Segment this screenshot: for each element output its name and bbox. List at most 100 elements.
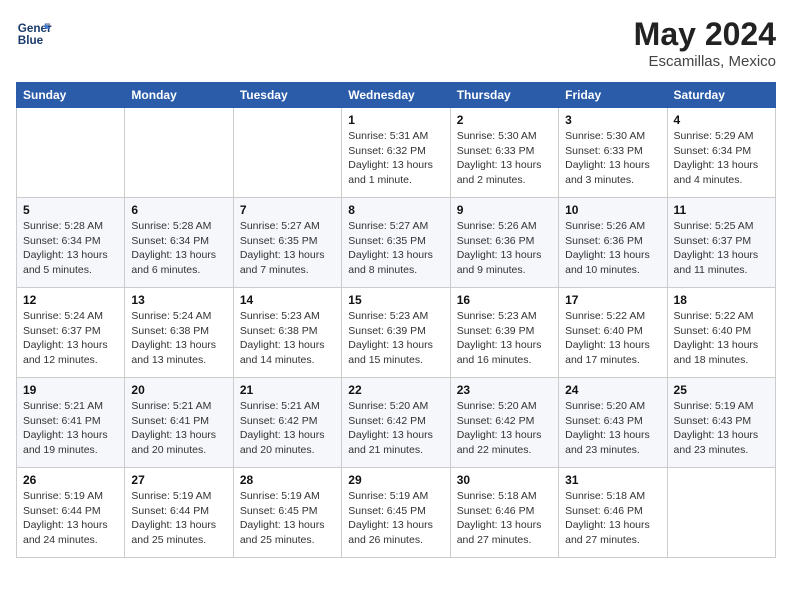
day-number: 23 [457, 383, 552, 397]
svg-text:Blue: Blue [18, 34, 44, 47]
day-info: Sunrise: 5:19 AM Sunset: 6:44 PM Dayligh… [23, 489, 118, 548]
day-header-saturday: Saturday [667, 83, 775, 108]
calendar-day-20: 20 Sunrise: 5:21 AM Sunset: 6:41 PM Dayli… [125, 378, 233, 468]
day-number: 16 [457, 293, 552, 307]
day-info: Sunrise: 5:28 AM Sunset: 6:34 PM Dayligh… [131, 219, 226, 278]
day-info: Sunrise: 5:20 AM Sunset: 6:42 PM Dayligh… [457, 399, 552, 458]
day-number: 27 [131, 473, 226, 487]
calendar-week-row: 26 Sunrise: 5:19 AM Sunset: 6:44 PM Dayli… [17, 468, 776, 558]
day-number: 31 [565, 473, 660, 487]
day-header-wednesday: Wednesday [342, 83, 450, 108]
day-info: Sunrise: 5:21 AM Sunset: 6:42 PM Dayligh… [240, 399, 335, 458]
day-info: Sunrise: 5:25 AM Sunset: 6:37 PM Dayligh… [674, 219, 769, 278]
calendar-day-22: 22 Sunrise: 5:20 AM Sunset: 6:42 PM Dayli… [342, 378, 450, 468]
day-info: Sunrise: 5:23 AM Sunset: 6:39 PM Dayligh… [348, 309, 443, 368]
calendar-day-14: 14 Sunrise: 5:23 AM Sunset: 6:38 PM Dayli… [233, 288, 341, 378]
calendar-empty-cell [667, 468, 775, 558]
day-number: 19 [23, 383, 118, 397]
day-number: 22 [348, 383, 443, 397]
day-header-tuesday: Tuesday [233, 83, 341, 108]
calendar-day-31: 31 Sunrise: 5:18 AM Sunset: 6:46 PM Dayli… [559, 468, 667, 558]
calendar-day-10: 10 Sunrise: 5:26 AM Sunset: 6:36 PM Dayli… [559, 198, 667, 288]
calendar-day-11: 11 Sunrise: 5:25 AM Sunset: 6:37 PM Dayli… [667, 198, 775, 288]
day-number: 5 [23, 203, 118, 217]
day-info: Sunrise: 5:19 AM Sunset: 6:45 PM Dayligh… [348, 489, 443, 548]
calendar-day-9: 9 Sunrise: 5:26 AM Sunset: 6:36 PM Daylig… [450, 198, 558, 288]
calendar-header-row: SundayMondayTuesdayWednesdayThursdayFrid… [17, 83, 776, 108]
calendar-day-16: 16 Sunrise: 5:23 AM Sunset: 6:39 PM Dayli… [450, 288, 558, 378]
day-info: Sunrise: 5:24 AM Sunset: 6:37 PM Dayligh… [23, 309, 118, 368]
day-number: 25 [674, 383, 769, 397]
calendar-empty-cell [125, 108, 233, 198]
calendar-empty-cell [17, 108, 125, 198]
day-info: Sunrise: 5:27 AM Sunset: 6:35 PM Dayligh… [240, 219, 335, 278]
calendar-day-21: 21 Sunrise: 5:21 AM Sunset: 6:42 PM Dayli… [233, 378, 341, 468]
day-number: 26 [23, 473, 118, 487]
day-info: Sunrise: 5:31 AM Sunset: 6:32 PM Dayligh… [348, 129, 443, 188]
day-number: 30 [457, 473, 552, 487]
day-number: 1 [348, 113, 443, 127]
calendar-day-15: 15 Sunrise: 5:23 AM Sunset: 6:39 PM Dayli… [342, 288, 450, 378]
day-number: 9 [457, 203, 552, 217]
day-number: 18 [674, 293, 769, 307]
day-number: 21 [240, 383, 335, 397]
day-info: Sunrise: 5:23 AM Sunset: 6:39 PM Dayligh… [457, 309, 552, 368]
location-subtitle: Escamillas, Mexico [634, 53, 776, 70]
calendar-day-8: 8Sunrise: 5:27 AM Sunset: 6:35 PM Daylig… [342, 198, 450, 288]
day-info: Sunrise: 5:21 AM Sunset: 6:41 PM Dayligh… [23, 399, 118, 458]
day-header-friday: Friday [559, 83, 667, 108]
calendar-day-25: 25 Sunrise: 5:19 AM Sunset: 6:43 PM Dayli… [667, 378, 775, 468]
day-number: 20 [131, 383, 226, 397]
day-info: Sunrise: 5:24 AM Sunset: 6:38 PM Dayligh… [131, 309, 226, 368]
calendar-day-18: 18Sunrise: 5:22 AM Sunset: 6:40 PM Dayli… [667, 288, 775, 378]
calendar-day-5: 5 Sunrise: 5:28 AM Sunset: 6:34 PM Daylig… [17, 198, 125, 288]
title-block: May 2024 Escamillas, Mexico [634, 16, 776, 70]
day-info: Sunrise: 5:21 AM Sunset: 6:41 PM Dayligh… [131, 399, 226, 458]
day-info: Sunrise: 5:30 AM Sunset: 6:33 PM Dayligh… [565, 129, 660, 188]
day-info: Sunrise: 5:28 AM Sunset: 6:34 PM Dayligh… [23, 219, 118, 278]
calendar-day-6: 6 Sunrise: 5:28 AM Sunset: 6:34 PM Daylig… [125, 198, 233, 288]
day-number: 2 [457, 113, 552, 127]
day-number: 4 [674, 113, 769, 127]
logo-icon: General Blue [16, 16, 52, 52]
calendar-day-27: 27Sunrise: 5:19 AM Sunset: 6:44 PM Dayli… [125, 468, 233, 558]
day-info: Sunrise: 5:18 AM Sunset: 6:46 PM Dayligh… [565, 489, 660, 548]
day-number: 15 [348, 293, 443, 307]
calendar-day-3: 3 Sunrise: 5:30 AM Sunset: 6:33 PM Daylig… [559, 108, 667, 198]
day-info: Sunrise: 5:26 AM Sunset: 6:36 PM Dayligh… [565, 219, 660, 278]
calendar-day-7: 7 Sunrise: 5:27 AM Sunset: 6:35 PM Daylig… [233, 198, 341, 288]
month-title: May 2024 [634, 16, 776, 53]
day-number: 10 [565, 203, 660, 217]
day-number: 13 [131, 293, 226, 307]
day-number: 6 [131, 203, 226, 217]
day-info: Sunrise: 5:22 AM Sunset: 6:40 PM Dayligh… [565, 309, 660, 368]
day-number: 11 [674, 203, 769, 217]
calendar-day-30: 30Sunrise: 5:18 AM Sunset: 6:46 PM Dayli… [450, 468, 558, 558]
day-info: Sunrise: 5:23 AM Sunset: 6:38 PM Dayligh… [240, 309, 335, 368]
day-number: 29 [348, 473, 443, 487]
logo: General Blue [16, 16, 52, 52]
day-info: Sunrise: 5:30 AM Sunset: 6:33 PM Dayligh… [457, 129, 552, 188]
calendar-day-2: 2 Sunrise: 5:30 AM Sunset: 6:33 PM Daylig… [450, 108, 558, 198]
calendar-day-13: 13 Sunrise: 5:24 AM Sunset: 6:38 PM Dayli… [125, 288, 233, 378]
day-number: 28 [240, 473, 335, 487]
day-info: Sunrise: 5:19 AM Sunset: 6:45 PM Dayligh… [240, 489, 335, 548]
day-info: Sunrise: 5:26 AM Sunset: 6:36 PM Dayligh… [457, 219, 552, 278]
day-header-sunday: Sunday [17, 83, 125, 108]
day-number: 3 [565, 113, 660, 127]
day-number: 14 [240, 293, 335, 307]
day-number: 7 [240, 203, 335, 217]
calendar-day-19: 19 Sunrise: 5:21 AM Sunset: 6:41 PM Dayli… [17, 378, 125, 468]
calendar-day-1: 1 Sunrise: 5:31 AM Sunset: 6:32 PM Daylig… [342, 108, 450, 198]
day-info: Sunrise: 5:27 AM Sunset: 6:35 PM Dayligh… [348, 219, 443, 278]
day-info: Sunrise: 5:19 AM Sunset: 6:43 PM Dayligh… [674, 399, 769, 458]
calendar-week-row: 1 Sunrise: 5:31 AM Sunset: 6:32 PM Daylig… [17, 108, 776, 198]
day-info: Sunrise: 5:20 AM Sunset: 6:42 PM Dayligh… [348, 399, 443, 458]
day-info: Sunrise: 5:29 AM Sunset: 6:34 PM Dayligh… [674, 129, 769, 188]
calendar-week-row: 12Sunrise: 5:24 AM Sunset: 6:37 PM Dayli… [17, 288, 776, 378]
calendar-day-23: 23 Sunrise: 5:20 AM Sunset: 6:42 PM Dayli… [450, 378, 558, 468]
day-info: Sunrise: 5:20 AM Sunset: 6:43 PM Dayligh… [565, 399, 660, 458]
calendar-day-29: 29 Sunrise: 5:19 AM Sunset: 6:45 PM Dayli… [342, 468, 450, 558]
day-number: 24 [565, 383, 660, 397]
page-header: General Blue May 2024 Escamillas, Mexico [16, 16, 776, 70]
